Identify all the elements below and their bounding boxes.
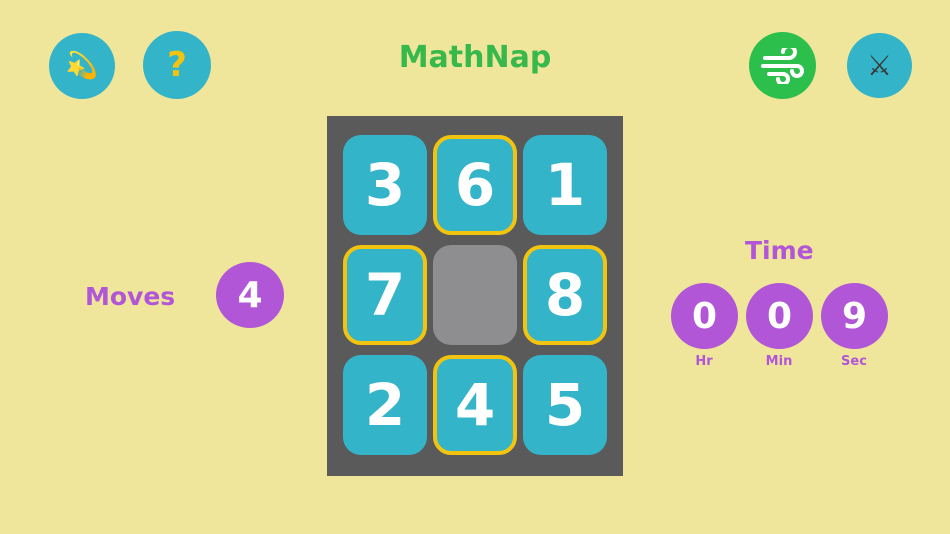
timer-hours: 0: [671, 283, 738, 349]
crossed-swords-icon: ⚔: [866, 49, 893, 82]
tile-6[interactable]: 6: [433, 135, 517, 235]
empty-slot: [433, 245, 517, 345]
moves-label: Moves: [85, 282, 176, 311]
tile-8[interactable]: 8: [523, 245, 607, 345]
tile-5[interactable]: 5: [523, 355, 607, 455]
tile-4[interactable]: 4: [433, 355, 517, 455]
seconds-label: Sec: [841, 354, 867, 369]
timer-seconds: 9: [821, 283, 888, 349]
hours-label: Hr: [695, 354, 713, 369]
tile-1[interactable]: 1: [523, 135, 607, 235]
minutes-label: Min: [765, 354, 793, 369]
puzzle-board: 3 6 1 7 8 2 4 5: [327, 116, 623, 476]
timer-minutes: 0: [746, 283, 813, 349]
tile-2[interactable]: 2: [343, 355, 427, 455]
time-label: Time: [745, 236, 814, 265]
tile-3[interactable]: 3: [343, 135, 427, 235]
shuffle-button[interactable]: [749, 32, 816, 99]
moves-counter: 4: [216, 262, 284, 328]
battle-button[interactable]: ⚔: [847, 33, 912, 98]
wind-icon: [760, 47, 804, 84]
tile-7[interactable]: 7: [343, 245, 427, 345]
